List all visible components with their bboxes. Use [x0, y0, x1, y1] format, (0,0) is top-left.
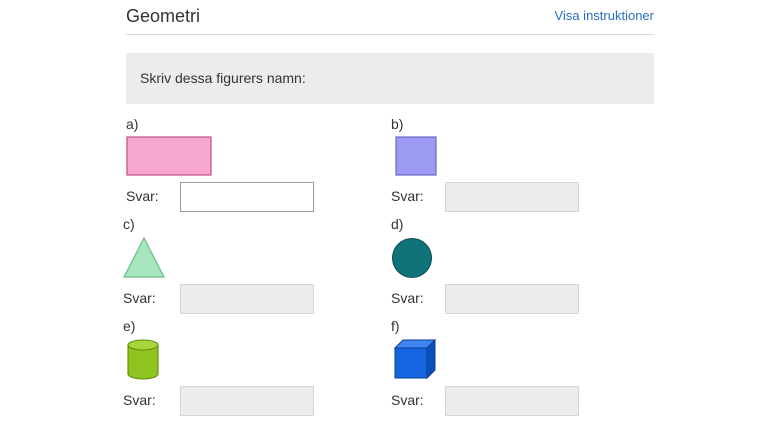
answer-input-b[interactable] — [445, 182, 579, 212]
answer-input-c[interactable] — [180, 284, 314, 314]
task-b: b) Svar: — [391, 116, 631, 216]
task-label: a) — [126, 116, 139, 132]
circle-icon — [391, 238, 435, 287]
answer-row: Svar: — [391, 182, 631, 212]
task-label: f) — [391, 318, 400, 334]
show-instructions-link[interactable]: Visa instruktioner — [555, 8, 654, 23]
header: Geometri Visa instruktioner — [126, 4, 654, 35]
task-label: b) — [391, 116, 404, 132]
square-icon — [395, 136, 439, 183]
answer-input-e[interactable] — [180, 386, 314, 416]
answer-row: Svar: — [123, 284, 363, 314]
task-d: d) Svar: — [391, 216, 631, 316]
cube-icon — [393, 338, 441, 387]
answer-label: Svar: — [391, 392, 424, 408]
cylinder-icon — [126, 338, 162, 387]
task-label: e) — [123, 318, 136, 334]
answer-label: Svar: — [123, 290, 156, 306]
task-e: e) Svar: — [123, 318, 363, 418]
task-f: f) Svar: — [391, 318, 631, 418]
task-label: c) — [123, 216, 135, 232]
answer-input-f[interactable] — [445, 386, 579, 416]
answer-input-a[interactable] — [180, 182, 314, 212]
answer-row: Svar: — [391, 386, 631, 416]
answer-row: Svar: — [123, 386, 363, 416]
answer-label: Svar: — [126, 188, 159, 204]
triangle-icon — [123, 236, 167, 285]
task-label: d) — [391, 216, 404, 232]
task-a: a) Svar: — [126, 116, 366, 216]
answer-label: Svar: — [123, 392, 156, 408]
question-prompt: Skriv dessa figurers namn: — [126, 53, 654, 104]
geometry-exercise-page: Geometri Visa instruktioner Skriv dessa … — [0, 0, 770, 425]
answer-row: Svar: — [126, 182, 366, 212]
task-c: c) Svar: — [123, 216, 363, 316]
page-title: Geometri — [126, 6, 201, 26]
answer-row: Svar: — [391, 284, 631, 314]
answer-input-d[interactable] — [445, 284, 579, 314]
rectangle-icon — [126, 136, 214, 183]
answer-label: Svar: — [391, 290, 424, 306]
answer-label: Svar: — [391, 188, 424, 204]
